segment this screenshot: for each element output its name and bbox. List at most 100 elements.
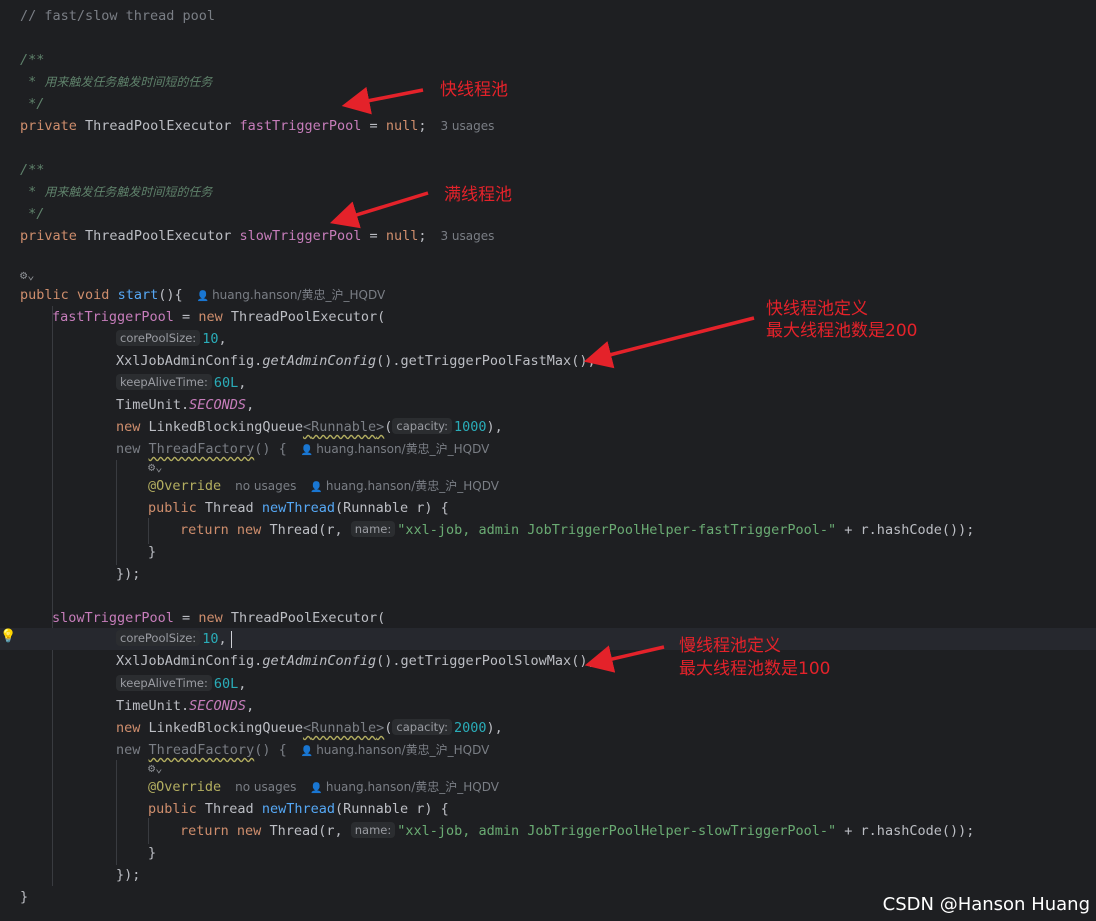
usages-hint[interactable]: 3 usages	[440, 119, 494, 133]
code-line[interactable]: @Override no usages 👤 huang.hanson/黄忠_沪_HQD…	[148, 475, 499, 497]
type-name[interactable]: ThreadPoolExecutor	[231, 309, 377, 325]
code-line[interactable]: private ThreadPoolExecutor slowTriggerPo…	[20, 225, 494, 247]
field-slow-trigger-pool[interactable]: slowTriggerPool	[52, 610, 174, 626]
code-line[interactable]: new LinkedBlockingQueue<Runnable>(capaci…	[116, 416, 503, 438]
seconds-constant[interactable]: SECONDS	[189, 397, 246, 413]
code-editor[interactable]: 💡 // fast/slow thread pool /** * 用来触发任务触…	[0, 0, 1096, 921]
code-line[interactable]: return new Thread(r, name: "xxl-job, admi…	[180, 519, 974, 541]
field-fast-trigger-pool[interactable]: fastTriggerPool	[240, 118, 362, 134]
code-line[interactable]: fastTriggerPool = new ThreadPoolExecutor…	[52, 306, 385, 328]
end-call: ());	[941, 823, 975, 839]
code-line[interactable]: /**	[20, 159, 44, 181]
comma: ,	[246, 698, 255, 714]
code-line[interactable]: TimeUnit.SECONDS,	[116, 695, 254, 717]
thread-factory[interactable]: ThreadFactory	[149, 742, 255, 758]
field-slow-trigger-pool[interactable]: slowTriggerPool	[240, 228, 362, 244]
author-hint[interactable]: 👤 huang.hanson/黄忠_沪_HQDV	[310, 479, 499, 493]
param-hint-capacity: capacity:	[392, 719, 453, 735]
thread-factory[interactable]: ThreadFactory	[149, 441, 255, 457]
code-line[interactable]: keepAliveTime: 60L,	[116, 372, 246, 394]
config-class[interactable]: XxlJobAdminConfig.	[116, 653, 262, 669]
code-line[interactable]: corePoolSize: 10,	[116, 328, 227, 350]
generic-type[interactable]: Runnable	[311, 720, 376, 736]
seconds-constant[interactable]: SECONDS	[189, 698, 246, 714]
user-icon: 👤	[196, 291, 210, 302]
user-icon: 👤	[310, 783, 323, 794]
code-line[interactable]: // fast/slow thread pool	[20, 5, 215, 27]
author-hint[interactable]: 👤 huang.hanson/黄忠_沪_HQDV	[310, 780, 499, 794]
type-thread[interactable]: Thread	[205, 500, 254, 516]
config-class[interactable]: XxlJobAdminConfig.	[116, 353, 262, 369]
generic-type[interactable]: Runnable	[311, 419, 376, 435]
queue-class[interactable]: LinkedBlockingQueue	[149, 419, 303, 435]
type-name[interactable]: ThreadPoolExecutor	[85, 228, 231, 244]
author-name: huang.hanson/黄忠_沪_HQDV	[325, 479, 499, 493]
author-hint[interactable]: 👤 huang.hanson/黄忠_沪_HQDV	[301, 442, 490, 456]
author-hint[interactable]: 👤 huang.hanson/黄忠_沪_HQDV	[197, 288, 386, 302]
code-line[interactable]: XxlJobAdminConfig.getAdminConfig().getTr…	[116, 650, 596, 672]
no-usages-hint[interactable]: no usages	[235, 479, 296, 493]
code-line[interactable]: }	[20, 886, 28, 908]
type-thread[interactable]: Thread	[269, 823, 318, 839]
type-thread[interactable]: Thread	[269, 522, 318, 538]
keyword-null: null	[385, 118, 419, 134]
code-line[interactable]: @Override no usages 👤 huang.hanson/黄忠_沪_HQD…	[148, 776, 499, 798]
code-line[interactable]: ⚙⌄	[20, 264, 34, 286]
code-line[interactable]: * 用来触发任务触发时间短的任务	[20, 181, 212, 203]
code-line[interactable]: private ThreadPoolExecutor fastTriggerPo…	[20, 115, 494, 137]
author-hint[interactable]: 👤 huang.hanson/黄忠_沪_HQDV	[301, 743, 490, 757]
method-get-trigger-pool-fast-max[interactable]: .getTriggerPoolFastMax	[392, 353, 571, 369]
code-line[interactable]: });	[116, 864, 140, 886]
code-line[interactable]: new ThreadFactory() {👤 huang.hanson/黄忠_沪_…	[116, 739, 489, 761]
ai-assistant-icon[interactable]: ⚙⌄	[20, 268, 34, 282]
parens: ()	[376, 353, 393, 369]
code-line[interactable]: }	[148, 842, 156, 864]
code-line[interactable]: public Thread newThread(Runnable r) {	[148, 497, 449, 519]
usages-hint[interactable]: 3 usages	[440, 229, 494, 243]
parens: ()	[376, 653, 393, 669]
code-line[interactable]: keepAliveTime: 60L,	[116, 673, 246, 695]
type-name[interactable]: ThreadPoolExecutor	[231, 610, 377, 626]
time-unit[interactable]: TimeUnit.	[116, 397, 189, 413]
method-new-thread[interactable]: newThread	[262, 500, 335, 516]
code-line[interactable]: });	[116, 563, 140, 585]
method-get-trigger-pool-slow-max[interactable]: .getTriggerPoolSlowMax	[392, 653, 571, 669]
queue-class[interactable]: LinkedBlockingQueue	[149, 720, 303, 736]
code-line[interactable]: TimeUnit.SECONDS,	[116, 394, 254, 416]
code-line[interactable]: /**	[20, 49, 44, 71]
keyword-new: new	[116, 742, 141, 758]
ai-assistant-icon[interactable]: ⚙⌄	[148, 460, 162, 474]
code-line[interactable]: new LinkedBlockingQueue<Runnable>(capaci…	[116, 717, 503, 739]
method-start[interactable]: start	[118, 287, 159, 303]
no-usages-hint[interactable]: no usages	[235, 780, 296, 794]
type-name[interactable]: ThreadPoolExecutor	[85, 118, 231, 134]
time-unit[interactable]: TimeUnit.	[116, 698, 189, 714]
ai-assistant-icon[interactable]: ⚙⌄	[148, 761, 162, 775]
assign: =	[173, 610, 199, 626]
code-line[interactable]: corePoolSize: 10,	[116, 628, 227, 650]
type-thread[interactable]: Thread	[205, 801, 254, 817]
code-line[interactable]: public void start(){👤 huang.hanson/黄忠_沪_H…	[20, 284, 385, 306]
code-line[interactable]: slowTriggerPool = new ThreadPoolExecutor…	[52, 607, 385, 629]
code-line[interactable]: XxlJobAdminConfig.getAdminConfig().getTr…	[116, 350, 596, 372]
method-new-thread[interactable]: newThread	[262, 801, 335, 817]
code-line[interactable]: }	[148, 541, 156, 563]
code-line[interactable]: new ThreadFactory() {👤 huang.hanson/黄忠_沪_…	[116, 438, 489, 460]
code-line[interactable]: */	[20, 203, 44, 225]
brace-open: {	[270, 742, 287, 758]
code-line[interactable]: */	[20, 93, 44, 115]
code-line[interactable]: public Thread newThread(Runnable r) {	[148, 798, 449, 820]
close-comma: ),	[486, 419, 503, 435]
lightbulb-icon[interactable]: 💡	[0, 630, 16, 644]
method-get-admin-config[interactable]: getAdminConfig	[262, 653, 376, 669]
code-line[interactable]: return new Thread(r, name: "xxl-job, admi…	[180, 820, 974, 842]
code-line[interactable]: * 用来触发任务触发时间短的任务	[20, 71, 212, 93]
generic-open: <	[302, 720, 312, 736]
close-factory: });	[116, 566, 141, 582]
keyword-new: new	[116, 419, 141, 435]
value-capacity: 1000	[454, 419, 487, 435]
method-get-admin-config[interactable]: getAdminConfig	[262, 353, 376, 369]
field-fast-trigger-pool[interactable]: fastTriggerPool	[52, 309, 174, 325]
arg-r: r,	[326, 522, 351, 538]
paren: (	[384, 720, 393, 736]
